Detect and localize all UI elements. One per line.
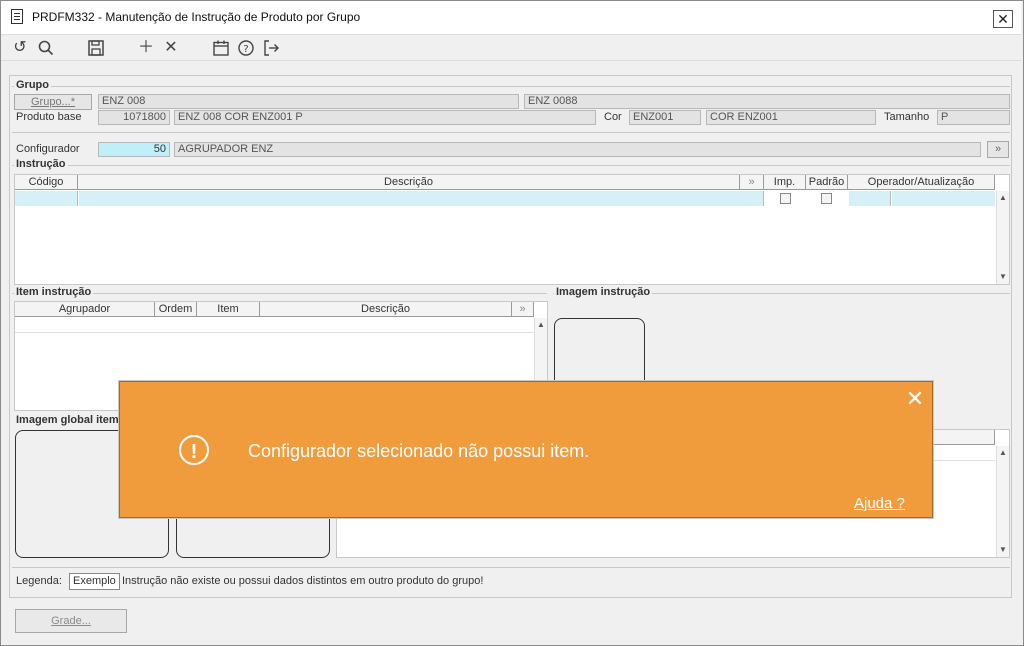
search-icon[interactable] xyxy=(37,39,55,57)
legenda-sample: Exemplo xyxy=(69,573,120,590)
table-row-cell[interactable] xyxy=(892,191,995,206)
document-icon xyxy=(11,9,23,24)
cor-label: Cor xyxy=(604,111,622,123)
configurador-desc-field[interactable]: AGRUPADOR ENZ xyxy=(174,142,981,157)
right-scrollbar[interactable]: ▲ ▼ xyxy=(996,446,1009,557)
col-expand-icon[interactable]: » xyxy=(740,175,764,190)
imagem-global-legend: Imagem global item xyxy=(14,414,121,426)
col-item[interactable]: Item xyxy=(197,302,260,317)
instrucao-scrollbar[interactable]: ▲ ▼ xyxy=(996,191,1009,284)
grupo-divider xyxy=(12,86,1010,87)
grupo-field[interactable]: ENZ 008 xyxy=(98,94,519,109)
close-icon[interactable]: ✕ xyxy=(993,10,1013,28)
grade-button[interactable]: Grade... xyxy=(15,609,127,633)
cor-code-field[interactable]: ENZ001 xyxy=(629,110,701,125)
exit-icon[interactable] xyxy=(262,39,280,57)
table-row-cell[interactable] xyxy=(15,191,78,206)
instrucao-legend: Instrução xyxy=(14,158,68,170)
table-row-cell[interactable] xyxy=(849,191,891,206)
grupo-desc-field[interactable]: ENZ 0088 xyxy=(524,94,1010,109)
col-descricao[interactable]: Descrição xyxy=(78,175,740,190)
col-codigo[interactable]: Código xyxy=(15,175,78,190)
configurador-field[interactable]: 50 xyxy=(98,142,170,157)
tamanho-label: Tamanho xyxy=(884,111,930,123)
save-icon[interactable] xyxy=(87,39,105,57)
col-ordem[interactable]: Ordem xyxy=(155,302,197,317)
x-icon[interactable]: ✕ xyxy=(162,39,180,57)
col-header-right[interactable] xyxy=(933,430,995,445)
col-imp[interactable]: Imp. xyxy=(764,175,806,190)
toast-message: Configurador selecionado não possui item… xyxy=(248,441,590,461)
imp-checkbox[interactable] xyxy=(780,193,791,204)
svg-text:?: ? xyxy=(243,44,248,55)
table-row[interactable] xyxy=(15,318,533,333)
imagem-instrucao-legend: Imagem instrução xyxy=(554,286,653,298)
tamanho-field[interactable]: P xyxy=(937,110,1010,125)
refresh-icon[interactable]: ↺ xyxy=(11,39,29,57)
col-descricao-item[interactable]: Descrição xyxy=(260,302,512,317)
table-row-cell[interactable] xyxy=(79,191,764,206)
instrucao-divider xyxy=(12,165,1010,166)
plus-icon[interactable]: ＋ xyxy=(137,39,155,57)
legenda-divider xyxy=(12,567,1010,568)
legenda-text: Instrução não existe ou possui dados dis… xyxy=(122,575,484,587)
calendar-icon[interactable] xyxy=(212,39,230,57)
col-padrao[interactable]: Padrão xyxy=(806,175,848,190)
close-icon[interactable]: ✕ xyxy=(905,388,925,410)
help-icon[interactable]: ? xyxy=(237,39,255,57)
configurador-label: Configurador xyxy=(16,143,80,155)
col-operador[interactable]: Operador/Atualização xyxy=(848,175,995,190)
error-toast: ✕ ! Configurador selecionado não possui … xyxy=(118,380,934,519)
grupo-button[interactable]: Grupo...* xyxy=(14,94,92,110)
produto-code-field[interactable]: 1071800 xyxy=(98,110,170,125)
col-expand-icon[interactable]: » xyxy=(512,302,534,317)
alert-circle-icon: ! xyxy=(179,435,209,465)
col-agrupador[interactable]: Agrupador xyxy=(15,302,155,317)
expand-button[interactable]: » xyxy=(987,141,1009,158)
help-link[interactable]: Ajuda ? xyxy=(854,495,905,512)
window-title: PRDFM332 - Manutenção de Instrução de Pr… xyxy=(32,10,361,24)
instrucao-grid: Código Descrição » Imp. Padrão Operador/… xyxy=(14,174,1010,285)
produto-desc-field[interactable]: ENZ 008 COR ENZ001 P xyxy=(174,110,596,125)
produto-base-label: Produto base xyxy=(16,111,82,123)
grupo-bottom-divider xyxy=(12,132,1010,133)
item-instrucao-legend: Item instrução xyxy=(14,286,94,298)
grupo-legend: Grupo xyxy=(14,79,51,91)
padrao-checkbox[interactable] xyxy=(821,193,832,204)
cor-desc-field[interactable]: COR ENZ001 xyxy=(706,110,876,125)
legenda-label: Legenda: xyxy=(16,575,62,587)
